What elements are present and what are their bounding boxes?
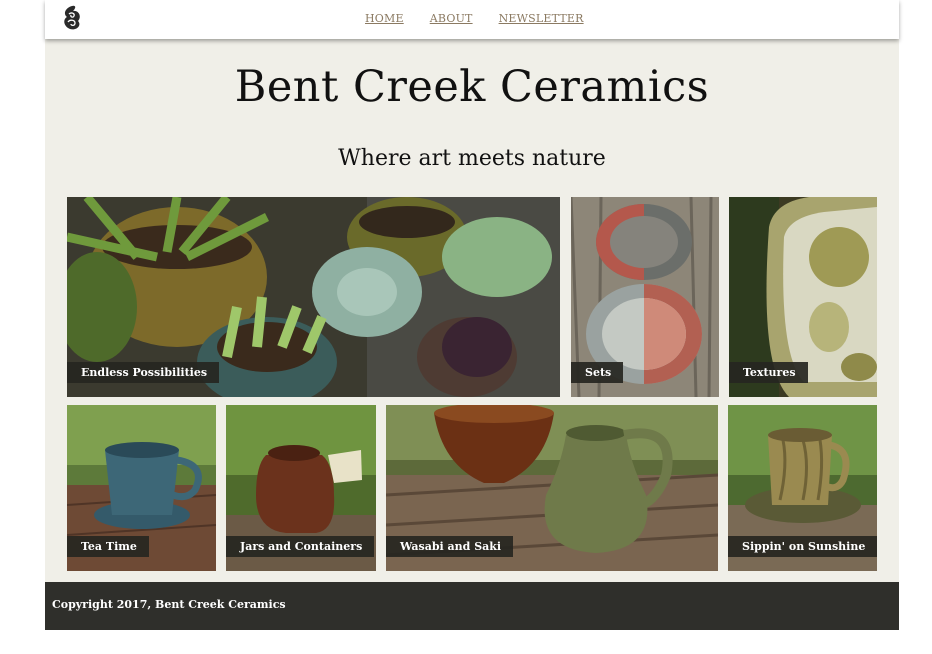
site-title: Bent Creek Ceramics: [234, 62, 710, 112]
nav-link-about[interactable]: ABOUT: [430, 12, 473, 25]
gallery-tile-sippin-on-sunshine[interactable]: Sippin' on Sunshine: [728, 405, 877, 571]
gallery-tile-textures[interactable]: Textures: [729, 197, 877, 397]
gallery-tile-sets[interactable]: Sets: [571, 197, 719, 397]
swirl-logo-icon[interactable]: [61, 5, 83, 31]
nav-link-home[interactable]: HOME: [365, 12, 404, 25]
gallery-tile-jars-and-containers[interactable]: Jars and Containers: [226, 405, 376, 571]
site-footer: Copyright 2017, Bent Creek Ceramics: [45, 582, 899, 630]
tile-caption: Endless Possibilities: [67, 362, 220, 383]
tile-caption: Textures: [729, 362, 808, 383]
gallery-tile-tea-time[interactable]: Tea Time: [67, 405, 216, 571]
gallery-tile-wasabi-and-saki[interactable]: Wasabi and Saki: [386, 405, 718, 571]
nav-links: HOME ABOUT NEWSLETTER: [365, 12, 584, 25]
tile-caption: Tea Time: [67, 536, 149, 557]
tile-caption: Sets: [571, 362, 624, 383]
top-navbar: HOME ABOUT NEWSLETTER: [45, 0, 899, 39]
tile-caption: Wasabi and Saki: [386, 536, 514, 557]
copyright-text: Copyright 2017, Bent Creek Ceramics: [52, 598, 286, 611]
gallery-tile-endless-possibilities[interactable]: Endless Possibilities: [67, 197, 560, 397]
tile-caption: Sippin' on Sunshine: [728, 536, 877, 557]
site-tagline: Where art meets nature: [338, 146, 606, 171]
nav-link-newsletter[interactable]: NEWSLETTER: [499, 12, 584, 25]
tile-caption: Jars and Containers: [226, 536, 375, 557]
